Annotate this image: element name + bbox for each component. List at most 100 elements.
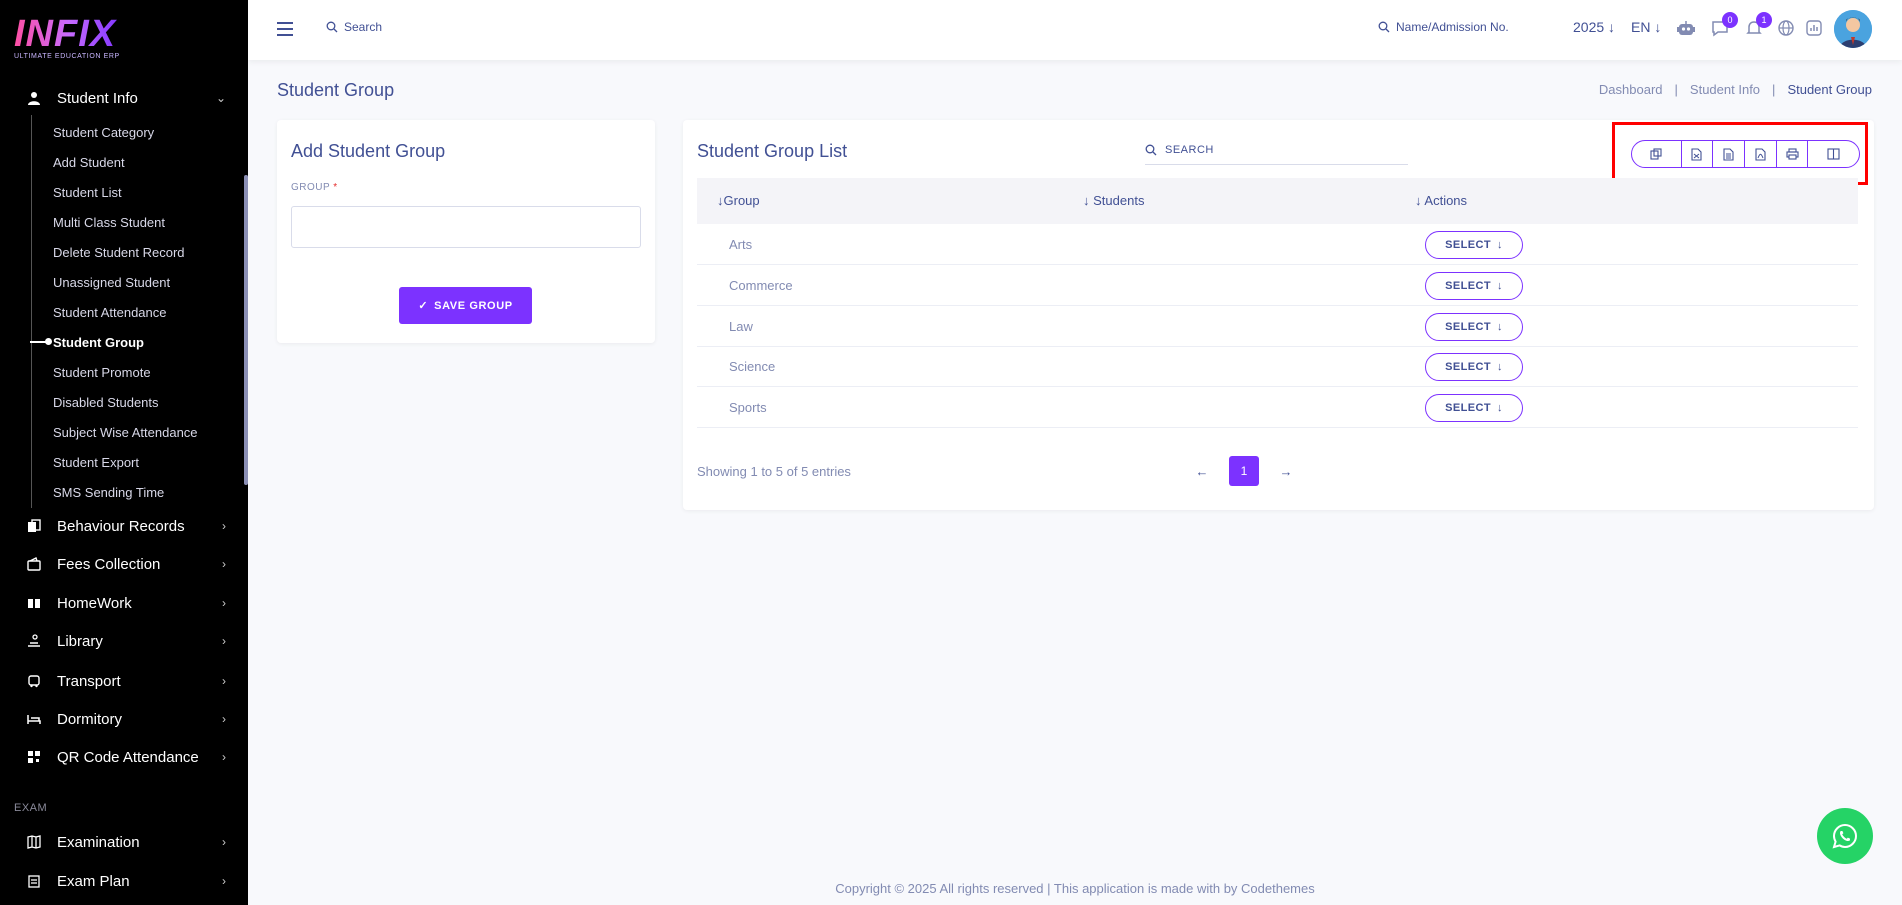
pdf-icon [1755,147,1766,161]
sidebar-subitem-unassigned-student[interactable]: Unassigned Student [53,273,170,293]
year-value: 2025 [1573,19,1605,35]
sidebar-item-label: Dormitory [57,710,123,728]
select-action-button[interactable]: SELECT ↓ [1425,231,1523,259]
save-group-button[interactable]: ✓ SAVE GROUP [399,287,532,324]
pdf-button[interactable] [1745,141,1777,167]
chat-badge: 0 [1722,12,1738,28]
logo[interactable]: INFIX ULTIMATE EDUCATION ERP [14,15,124,64]
sidebar-subitem-student-list[interactable]: Student List [53,183,122,203]
column-group-label: Group [723,193,760,208]
csv-button[interactable] [1682,141,1714,167]
sidebar-subitem-subject-wise-attendance[interactable]: Subject Wise Attendance [53,423,198,443]
page-number-current[interactable]: 1 [1229,456,1259,486]
sidebar-item-dormitory[interactable]: Dormitory › [0,701,248,737]
map-icon [26,834,42,850]
table-row: Sports SELECT ↓ [697,387,1858,428]
language-select[interactable]: EN ↓ [1631,19,1661,35]
chat-icon[interactable]: 0 [1710,12,1738,38]
qr-code-icon [26,749,42,765]
search-input[interactable]: Search [326,20,382,34]
check-icon: ✓ [418,300,429,312]
select-action-button[interactable]: SELECT ↓ [1425,353,1523,381]
list-search-input[interactable]: SEARCH [1145,135,1408,165]
name-admission-search-input[interactable]: Name/Admission No. [1378,20,1509,34]
group-label: GROUP * [291,182,338,193]
whatsapp-button[interactable] [1817,808,1873,864]
sidebar-subitem-student-attendance[interactable]: Student Attendance [53,303,166,323]
documents-icon [26,518,42,534]
sidebar-subitem-student-export[interactable]: Student Export [53,453,139,473]
sidebar-item-transport[interactable]: Transport › [0,663,248,699]
copy-button[interactable] [1632,141,1682,167]
sidebar-item-fees-collection[interactable]: Fees Collection › [0,546,248,582]
sidebar-item-homework[interactable]: HomeWork › [0,585,248,621]
menu-toggle-icon[interactable] [277,22,293,36]
sidebar-item-exam-plan[interactable]: Exam Plan › [0,863,248,899]
sidebar-item-label: Examination [57,833,140,851]
sidebar-subitem-disabled-students[interactable]: Disabled Students [53,393,159,413]
sidebar: INFIX ULTIMATE EDUCATION ERP Student Inf… [0,0,248,905]
group-cell: Arts [729,237,753,252]
table-row: Science SELECT ↓ [697,346,1858,387]
breadcrumb-current: Student Group [1787,82,1872,97]
column-visibility-button[interactable] [1808,141,1859,167]
book-open-icon [26,595,42,611]
chevron-right-icon: › [222,557,226,571]
language-value: EN [1631,19,1651,35]
chevron-right-icon: › [222,596,226,610]
sidebar-scrollbar[interactable] [244,175,248,485]
bus-icon [26,673,42,689]
select-action-button[interactable]: SELECT ↓ [1425,313,1523,341]
logo-text: INFIX [14,15,124,53]
robot-icon[interactable] [1676,18,1696,38]
logo-subtitle: ULTIMATE EDUCATION ERP [14,53,120,60]
globe-icon[interactable] [1776,18,1796,38]
whatsapp-icon [1832,823,1858,849]
sidebar-item-label: HomeWork [57,594,132,612]
sidebar-item-library[interactable]: Library › [0,623,248,659]
sidebar-item-student-info[interactable]: Student Info ⌄ [0,80,248,116]
sidebar-item-behaviour-records[interactable]: Behaviour Records › [0,508,248,544]
previous-page-icon[interactable]: ← [1195,464,1209,479]
footer-copyright: Copyright © 2025 All rights reserved | T… [835,881,1315,896]
arrow-down-icon: ↓ [1496,321,1503,333]
select-action-button[interactable]: SELECT ↓ [1425,394,1523,422]
clipboard-icon [26,873,42,889]
copy-icon [1650,148,1662,160]
table-row: Commerce SELECT ↓ [697,265,1858,306]
bell-icon[interactable]: 1 [1744,12,1772,38]
next-page-icon[interactable]: → [1279,464,1293,479]
avatar[interactable] [1834,10,1872,48]
excel-button[interactable] [1713,141,1745,167]
print-button[interactable] [1777,141,1809,167]
list-title: Student Group List [697,141,848,161]
sidebar-item-examination[interactable]: Examination › [0,824,248,860]
sidebar-item-label: Behaviour Records [57,517,185,535]
sidebar-subitem-multi-class-student[interactable]: Multi Class Student [53,213,165,233]
sidebar-subitem-sms-sending-time[interactable]: SMS Sending Time [53,483,164,503]
sidebar-subitem-add-student[interactable]: Add Student [53,153,125,173]
select-action-button[interactable]: SELECT ↓ [1425,272,1523,300]
column-actions-label: Actions [1424,193,1468,208]
breadcrumb-student-info[interactable]: Student Info [1690,82,1760,97]
sidebar-subitem-student-group[interactable]: Student Group [53,333,144,353]
sidebar-subitem-student-category[interactable]: Student Category [53,123,154,143]
page-title: Student Group [277,80,395,100]
column-actions[interactable]: ↓ Actions [1415,193,1467,208]
sidebar-subitem-delete-student-record[interactable]: Delete Student Record [53,243,185,263]
breadcrumb-dashboard[interactable]: Dashboard [1599,82,1663,97]
table-row: Arts SELECT ↓ [697,224,1858,265]
sidebar-item-qr-code-attendance[interactable]: QR Code Attendance › [0,739,248,775]
academic-year-select[interactable]: 2025 ↓ [1573,19,1615,35]
group-input[interactable] [291,206,641,248]
column-students[interactable]: ↓ Students [1083,193,1144,208]
arrow-down-icon: ↓ [1496,239,1503,251]
chevron-right-icon: › [222,712,226,726]
analytics-icon[interactable] [1804,18,1824,38]
sort-icon: ↓ [1415,193,1422,208]
bed-icon [26,711,42,727]
sidebar-subitem-student-promote[interactable]: Student Promote [53,363,151,383]
column-group[interactable]: ↓Group [717,193,760,208]
group-cell: Law [729,319,753,334]
sidebar-item-label: Library [57,632,103,650]
